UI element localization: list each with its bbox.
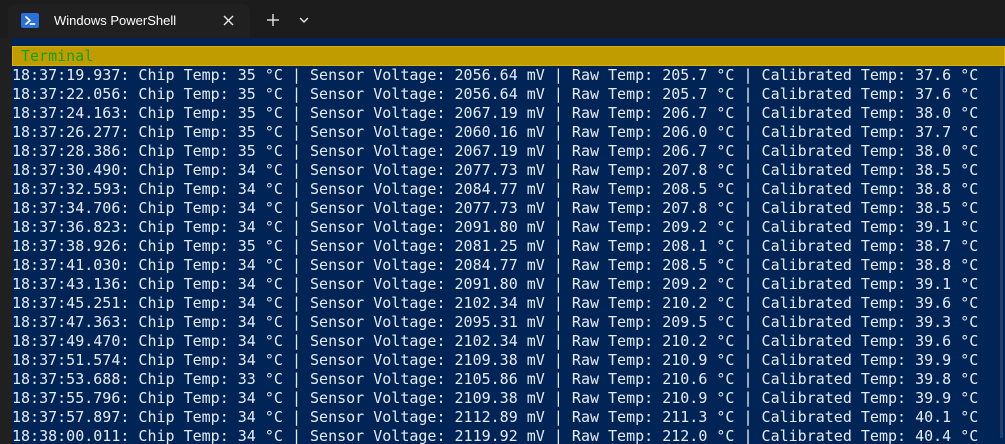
log-line: 18:37:57.897: Chip Temp: 34 °C | Sensor … (12, 408, 979, 426)
log-line: 18:37:36.823: Chip Temp: 34 °C | Sensor … (12, 218, 979, 236)
log-line: 18:37:49.470: Chip Temp: 34 °C | Sensor … (12, 332, 979, 350)
log-line: 18:37:28.386: Chip Temp: 35 °C | Sensor … (12, 142, 979, 160)
tab-windows-powershell[interactable]: Windows PowerShell (8, 4, 250, 38)
log-line: 18:37:30.490: Chip Temp: 34 °C | Sensor … (12, 161, 979, 179)
log-line: 18:37:38.926: Chip Temp: 35 °C | Sensor … (12, 237, 979, 255)
log-line: 18:37:32.593: Chip Temp: 34 °C | Sensor … (12, 180, 979, 198)
log-line: 18:38:00.011: Chip Temp: 34 °C | Sensor … (12, 427, 979, 444)
terminal-window: Windows PowerShell Terminal 18:37:19.937… (0, 0, 1005, 444)
log-line: 18:37:51.574: Chip Temp: 34 °C | Sensor … (12, 351, 979, 369)
log-line: 18:37:19.937: Chip Temp: 35 °C | Sensor … (12, 66, 979, 84)
log-line: 18:37:24.163: Chip Temp: 35 °C | Sensor … (12, 104, 979, 122)
scrollbar[interactable] (1000, 68, 1003, 438)
terminal-header-bar: Terminal (12, 46, 1005, 66)
log-line: 18:37:43.136: Chip Temp: 34 °C | Sensor … (12, 275, 979, 293)
tab-title: Windows PowerShell (54, 13, 177, 28)
log-line: 18:37:41.030: Chip Temp: 34 °C | Sensor … (12, 256, 979, 274)
log-line: 18:37:53.688: Chip Temp: 33 °C | Sensor … (12, 370, 979, 388)
terminal-header-label: Terminal (21, 47, 94, 65)
chevron-down-icon[interactable] (293, 9, 315, 31)
log-line: 18:37:45.251: Chip Temp: 34 °C | Sensor … (12, 294, 979, 312)
log-line: 18:37:55.796: Chip Temp: 34 °C | Sensor … (12, 389, 979, 407)
log-line: 18:37:26.277: Chip Temp: 35 °C | Sensor … (12, 123, 979, 141)
log-line: 18:37:34.706: Chip Temp: 34 °C | Sensor … (12, 199, 979, 217)
log-output: 18:37:19.937: Chip Temp: 35 °C | Sensor … (12, 66, 1005, 444)
close-icon[interactable] (218, 10, 240, 32)
log-line: 18:37:47.363: Chip Temp: 34 °C | Sensor … (12, 313, 979, 331)
plus-icon[interactable] (262, 9, 284, 31)
tab-bar: Windows PowerShell (0, 0, 1005, 38)
log-line: 18:37:22.056: Chip Temp: 35 °C | Sensor … (12, 85, 979, 103)
terminal-pane[interactable]: Terminal 18:37:19.937: Chip Temp: 35 °C … (12, 38, 1005, 444)
powershell-icon (21, 13, 39, 28)
